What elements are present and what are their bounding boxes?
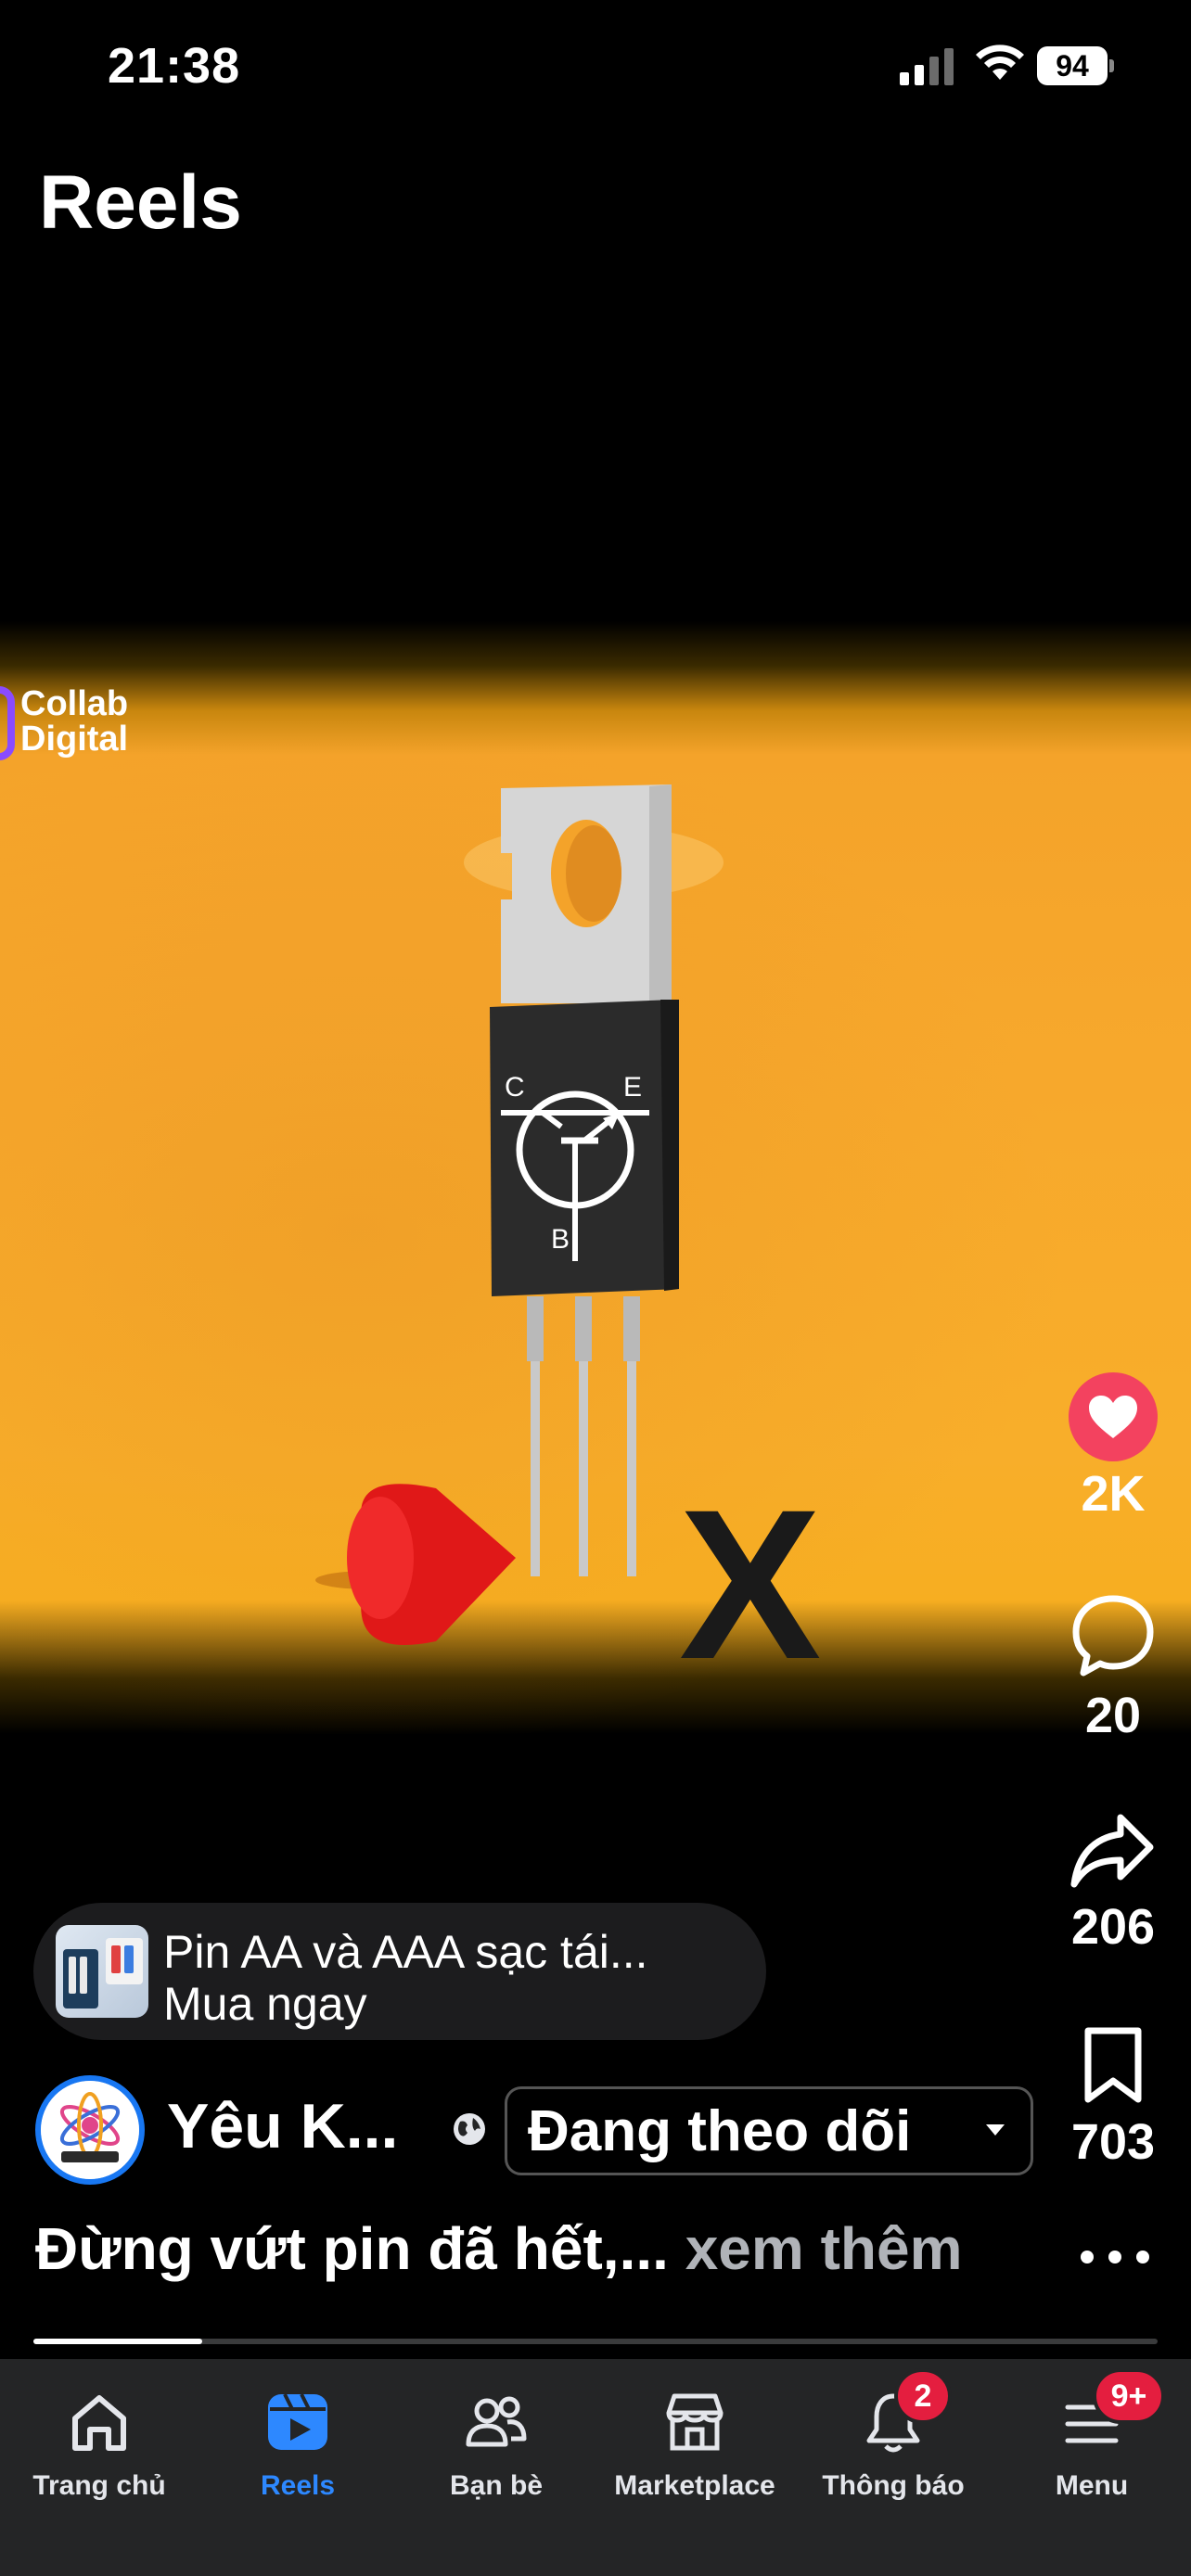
battery-icon: 94: [1037, 46, 1115, 85]
like-count: 2K: [1081, 1466, 1146, 1522]
save-count: 703: [1070, 2114, 1156, 2170]
ad-product-thumbnail: [56, 1925, 148, 2018]
reel-caption[interactable]: Đừng vứt pin đã hết,... xem thêm: [35, 2214, 962, 2283]
comment-action[interactable]: 20: [1057, 1593, 1169, 1744]
chevron-down-icon: [986, 2124, 1005, 2136]
nav-menu[interactable]: 9+ Menu: [992, 2359, 1191, 2576]
battery-level: 94: [1056, 48, 1089, 83]
share-count: 206: [1070, 1899, 1156, 1955]
see-more-link[interactable]: xem thêm: [685, 2215, 963, 2282]
nav-home-label: Trang chủ: [32, 2470, 166, 2501]
ad-cta[interactable]: Mua ngay: [163, 1977, 367, 2031]
caption-text: Đừng vứt pin đã hết,...: [35, 2215, 669, 2282]
wifi-icon: [976, 45, 1024, 80]
share-action[interactable]: 206: [1057, 1810, 1169, 1956]
save-action[interactable]: 703: [1057, 2025, 1169, 2171]
reels-icon: [268, 2393, 327, 2450]
nav-home[interactable]: Trang chủ: [0, 2359, 198, 2576]
nav-notifications[interactable]: 2 Thông báo: [794, 2359, 992, 2576]
like-button[interactable]: [1069, 1372, 1158, 1461]
following-label: Đang theo dõi: [528, 2098, 912, 2163]
status-bar: 21:38 94: [0, 0, 1191, 130]
page-title: Reels: [39, 160, 242, 245]
video-progress-fill: [33, 2339, 202, 2344]
bottom-navigation: Trang chủ Reels Bạn bè Marketplace 2 Thô…: [0, 2359, 1191, 2576]
nav-notifications-label: Thông báo: [822, 2470, 965, 2501]
comment-count: 20: [1084, 1688, 1142, 1743]
menu-badge: 9+: [1093, 2368, 1165, 2424]
cellular-signal-icon: [900, 48, 954, 85]
marketplace-icon: [666, 2393, 724, 2451]
following-button[interactable]: Đang theo dõi: [505, 2086, 1033, 2175]
author-avatar[interactable]: [35, 2075, 145, 2185]
more-options-icon[interactable]: [1078, 2248, 1152, 2266]
nav-marketplace-label: Marketplace: [614, 2470, 775, 2501]
bookmark-icon[interactable]: [1081, 2025, 1146, 2105]
reel-video[interactable]: Collab Digital C E B X: [0, 621, 1191, 1734]
ad-title: Pin AA và AAA sạc tái...: [163, 1926, 648, 1978]
share-icon[interactable]: [1069, 1810, 1158, 1890]
pin-label-b: B: [551, 1224, 570, 1255]
video-progress-bar[interactable]: [33, 2339, 1158, 2344]
nav-reels[interactable]: Reels: [198, 2359, 397, 2576]
comment-icon[interactable]: [1069, 1593, 1158, 1678]
status-time: 21:38: [108, 38, 241, 94]
nav-friends[interactable]: Bạn bè: [397, 2359, 596, 2576]
friends-icon: [466, 2396, 527, 2447]
transistor-illustration: C E B X: [315, 784, 821, 1703]
pin-label-c: C: [505, 1072, 525, 1103]
like-action[interactable]: 2K: [1057, 1372, 1169, 1523]
globe-icon: [454, 2113, 485, 2145]
nav-marketplace[interactable]: Marketplace: [596, 2359, 794, 2576]
nav-friends-label: Bạn bè: [449, 2470, 544, 2501]
pin-label-e: E: [623, 1072, 642, 1103]
heart-icon: [1089, 1396, 1137, 1438]
author-name[interactable]: Yêu K...: [167, 2090, 398, 2162]
home-icon: [72, 2395, 126, 2451]
nav-menu-label: Menu: [1055, 2470, 1129, 2501]
nav-reels-label: Reels: [260, 2470, 336, 2501]
shop-ad-pill[interactable]: Pin AA và AAA sạc tái... Mua ngay: [33, 1903, 766, 2040]
x-mark: X: [679, 1465, 821, 1703]
notification-badge: 2: [894, 2368, 952, 2424]
